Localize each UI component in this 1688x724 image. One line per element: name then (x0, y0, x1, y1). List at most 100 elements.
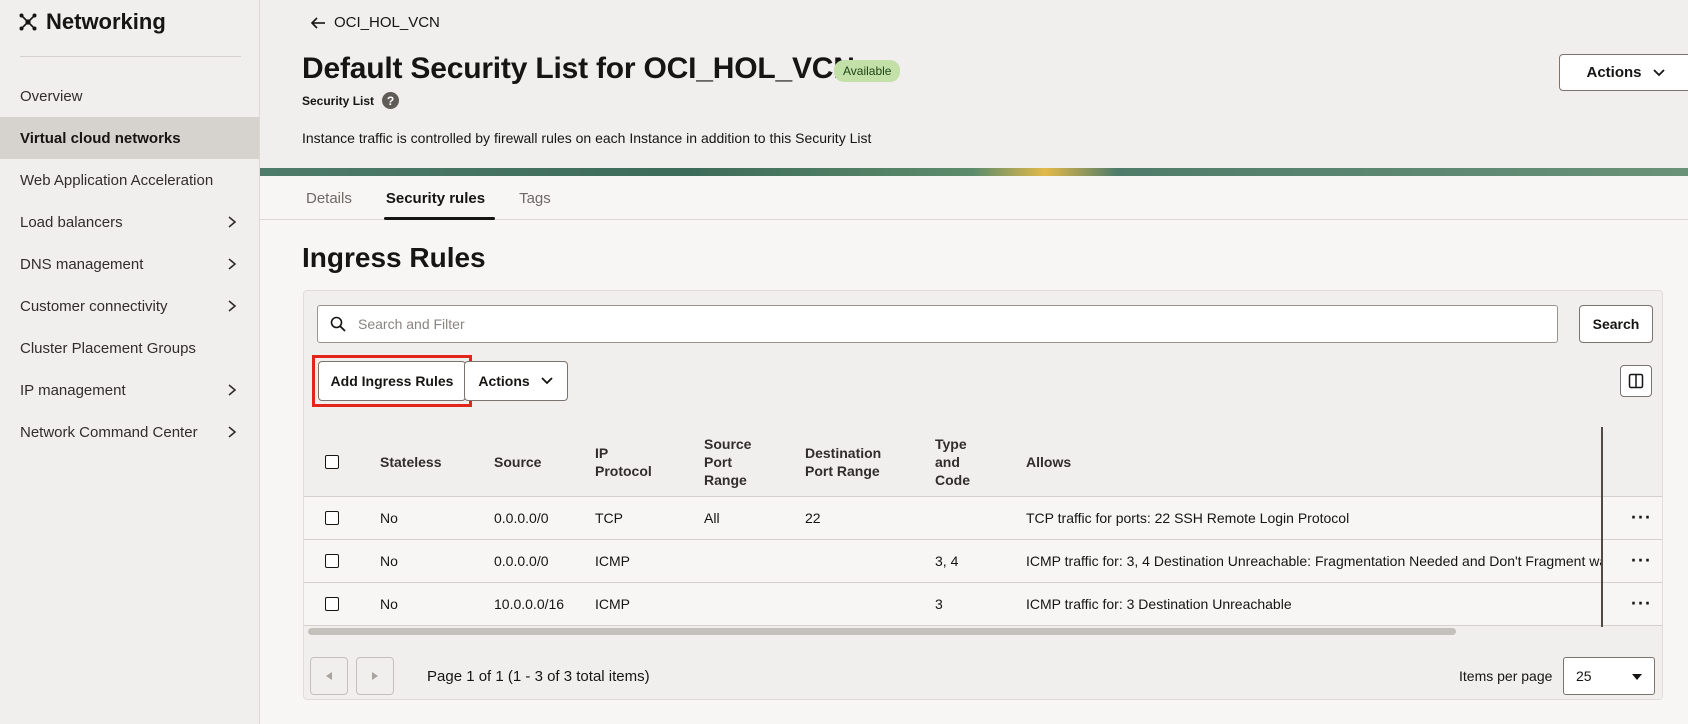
sidebar-item-dns-management[interactable]: DNS management (0, 243, 259, 285)
cell-dest-port: 22 (805, 510, 821, 526)
row-checkbox[interactable] (325, 511, 339, 525)
sidebar-item-label: IP management (20, 381, 126, 399)
search-input[interactable] (358, 316, 1557, 332)
ingress-rules-table: Stateless Source IP Protocol Source Port… (304, 427, 1662, 626)
row-checkbox[interactable] (325, 554, 339, 568)
search-button[interactable]: Search (1579, 305, 1653, 343)
security-rules-content: Ingress Rules Search Add Ingress Rules A… (260, 220, 1688, 724)
sidebar-brand: Networking (0, 0, 259, 44)
col-header-line: IP (595, 444, 609, 461)
chevron-right-icon (228, 258, 237, 270)
sidebar-item-customer-connectivity[interactable]: Customer connectivity (0, 285, 259, 327)
back-link-label: OCI_HOL_VCN (334, 14, 440, 31)
pagination: Page 1 of 1 (1 - 3 of 3 total items) Ite… (304, 641, 1662, 699)
cell-stateless: No (380, 553, 398, 569)
sidebar-item-virtual-cloud-networks[interactable]: Virtual cloud networks (0, 117, 259, 159)
sidebar-item-label: Web Application Acceleration (20, 171, 214, 189)
cell-source: 0.0.0.0/0 (494, 510, 549, 526)
search-box (317, 305, 1558, 343)
chevron-right-icon (228, 426, 237, 438)
col-header-line: and (935, 453, 960, 470)
row-menu-icon[interactable]: ··· (1631, 551, 1652, 572)
decorative-banner (260, 168, 1688, 176)
items-per-page-select[interactable]: 25 (1563, 657, 1655, 695)
chevron-right-icon (228, 300, 237, 312)
tab-security-rules[interactable]: Security rules (383, 176, 497, 220)
select-all-checkbox[interactable] (325, 454, 339, 469)
resource-type-label: Security List (302, 93, 375, 108)
sidebar-item-label: Overview (20, 87, 83, 105)
col-header-source[interactable]: Source (494, 453, 541, 471)
checkbox-box (325, 554, 339, 568)
col-header-allows[interactable]: Allows (1026, 453, 1071, 471)
items-per-page-value: 25 (1576, 668, 1592, 684)
table-row: No 0.0.0.0/0 TCP All 22 TCP traffic for … (304, 497, 1662, 540)
col-header-line: Type (935, 435, 967, 452)
caret-down-icon (1632, 674, 1642, 680)
cell-source: 0.0.0.0/0 (494, 553, 549, 569)
arrow-left-icon (310, 16, 325, 29)
page-header: OCI_HOL_VCN Default Security List for OC… (260, 0, 1688, 170)
sidebar-item-label: Network Command Center (20, 423, 198, 441)
frozen-column-divider (1601, 427, 1603, 627)
col-header-line: Port Range (805, 462, 880, 479)
sidebar-item-label: Cluster Placement Groups (20, 339, 196, 357)
scrollbar-thumb[interactable] (308, 628, 1456, 635)
sidebar-item-label: Customer connectivity (20, 297, 168, 315)
sidebar-item-cluster-placement-groups[interactable]: Cluster Placement Groups (0, 327, 259, 369)
col-header-type-and-code[interactable]: Type and Code (935, 435, 970, 489)
header-actions-button[interactable]: Actions (1559, 54, 1688, 91)
col-header-line: Range (704, 471, 747, 488)
sidebar-item-label: DNS management (20, 255, 144, 273)
chevron-right-icon (228, 216, 237, 228)
cell-type-code: 3 (935, 596, 943, 612)
pagination-status: Page 1 of 1 (1 - 3 of 3 total items) (427, 668, 650, 685)
sidebar-item-load-balancers[interactable]: Load balancers (0, 201, 259, 243)
tab-bar: Details Security rules Tags (260, 176, 1688, 220)
cell-allows: ICMP traffic for: 3 Destination Unreacha… (1026, 596, 1292, 612)
items-per-page-label: Items per page (1459, 668, 1553, 684)
col-header-destination-port-range[interactable]: Destination Port Range (805, 444, 881, 480)
table-actions-button[interactable]: Actions (464, 361, 568, 401)
horizontal-scrollbar[interactable] (308, 627, 1657, 635)
col-header-ip-protocol[interactable]: IP Protocol (595, 444, 652, 480)
add-ingress-rules-button[interactable]: Add Ingress Rules (318, 361, 466, 401)
cell-allows: ICMP traffic for: 3, 4 Destination Unrea… (1026, 553, 1601, 569)
col-header-line: Source (704, 435, 752, 452)
caret-right-icon (372, 672, 378, 680)
row-checkbox[interactable] (325, 597, 339, 611)
next-page-button[interactable] (356, 657, 394, 695)
page-title: Default Security List for OCI_HOL_VCN (302, 52, 855, 85)
tab-tags[interactable]: Tags (519, 176, 563, 220)
tab-details[interactable]: Details (306, 176, 364, 220)
col-header-stateless[interactable]: Stateless (380, 453, 441, 471)
col-header-line: Protocol (595, 462, 652, 479)
help-icon[interactable]: ? (382, 92, 400, 109)
sidebar-title: Networking (46, 9, 166, 34)
sidebar-item-ip-management[interactable]: IP management (0, 369, 259, 411)
cell-source-port: All (704, 510, 720, 526)
ingress-rules-panel: Search Add Ingress Rules Actions Statele… (303, 290, 1663, 700)
sidebar: Networking Overview Virtual cloud networ… (0, 0, 260, 724)
cell-allows: TCP traffic for ports: 22 SSH Remote Log… (1026, 510, 1350, 526)
col-header-source-port-range[interactable]: Source Port Range (704, 435, 751, 489)
column-manager-button[interactable] (1620, 365, 1652, 397)
back-link[interactable]: OCI_HOL_VCN (310, 14, 440, 31)
previous-page-button[interactable] (310, 657, 348, 695)
sidebar-item-label: Load balancers (20, 213, 123, 231)
caret-left-icon (326, 672, 332, 680)
table-row: No 10.0.0.0/16 ICMP 3 ICMP traffic for: … (304, 583, 1662, 626)
sidebar-divider (20, 56, 241, 57)
sidebar-item-network-command-center[interactable]: Network Command Center (0, 411, 259, 453)
checkbox-box (325, 511, 339, 525)
sidebar-item-overview[interactable]: Overview (0, 75, 259, 117)
row-menu-icon[interactable]: ··· (1631, 594, 1652, 615)
col-header-line: Code (935, 471, 970, 488)
sidebar-item-web-application-acceleration[interactable]: Web Application Acceleration (0, 159, 259, 201)
table-header: Stateless Source IP Protocol Source Port… (304, 427, 1662, 497)
cell-protocol: TCP (595, 510, 623, 526)
row-menu-icon[interactable]: ··· (1631, 508, 1652, 529)
cell-type-code: 3, 4 (935, 553, 959, 569)
table-row: No 0.0.0.0/0 ICMP 3, 4 ICMP traffic for:… (304, 540, 1662, 583)
cell-stateless: No (380, 596, 398, 612)
